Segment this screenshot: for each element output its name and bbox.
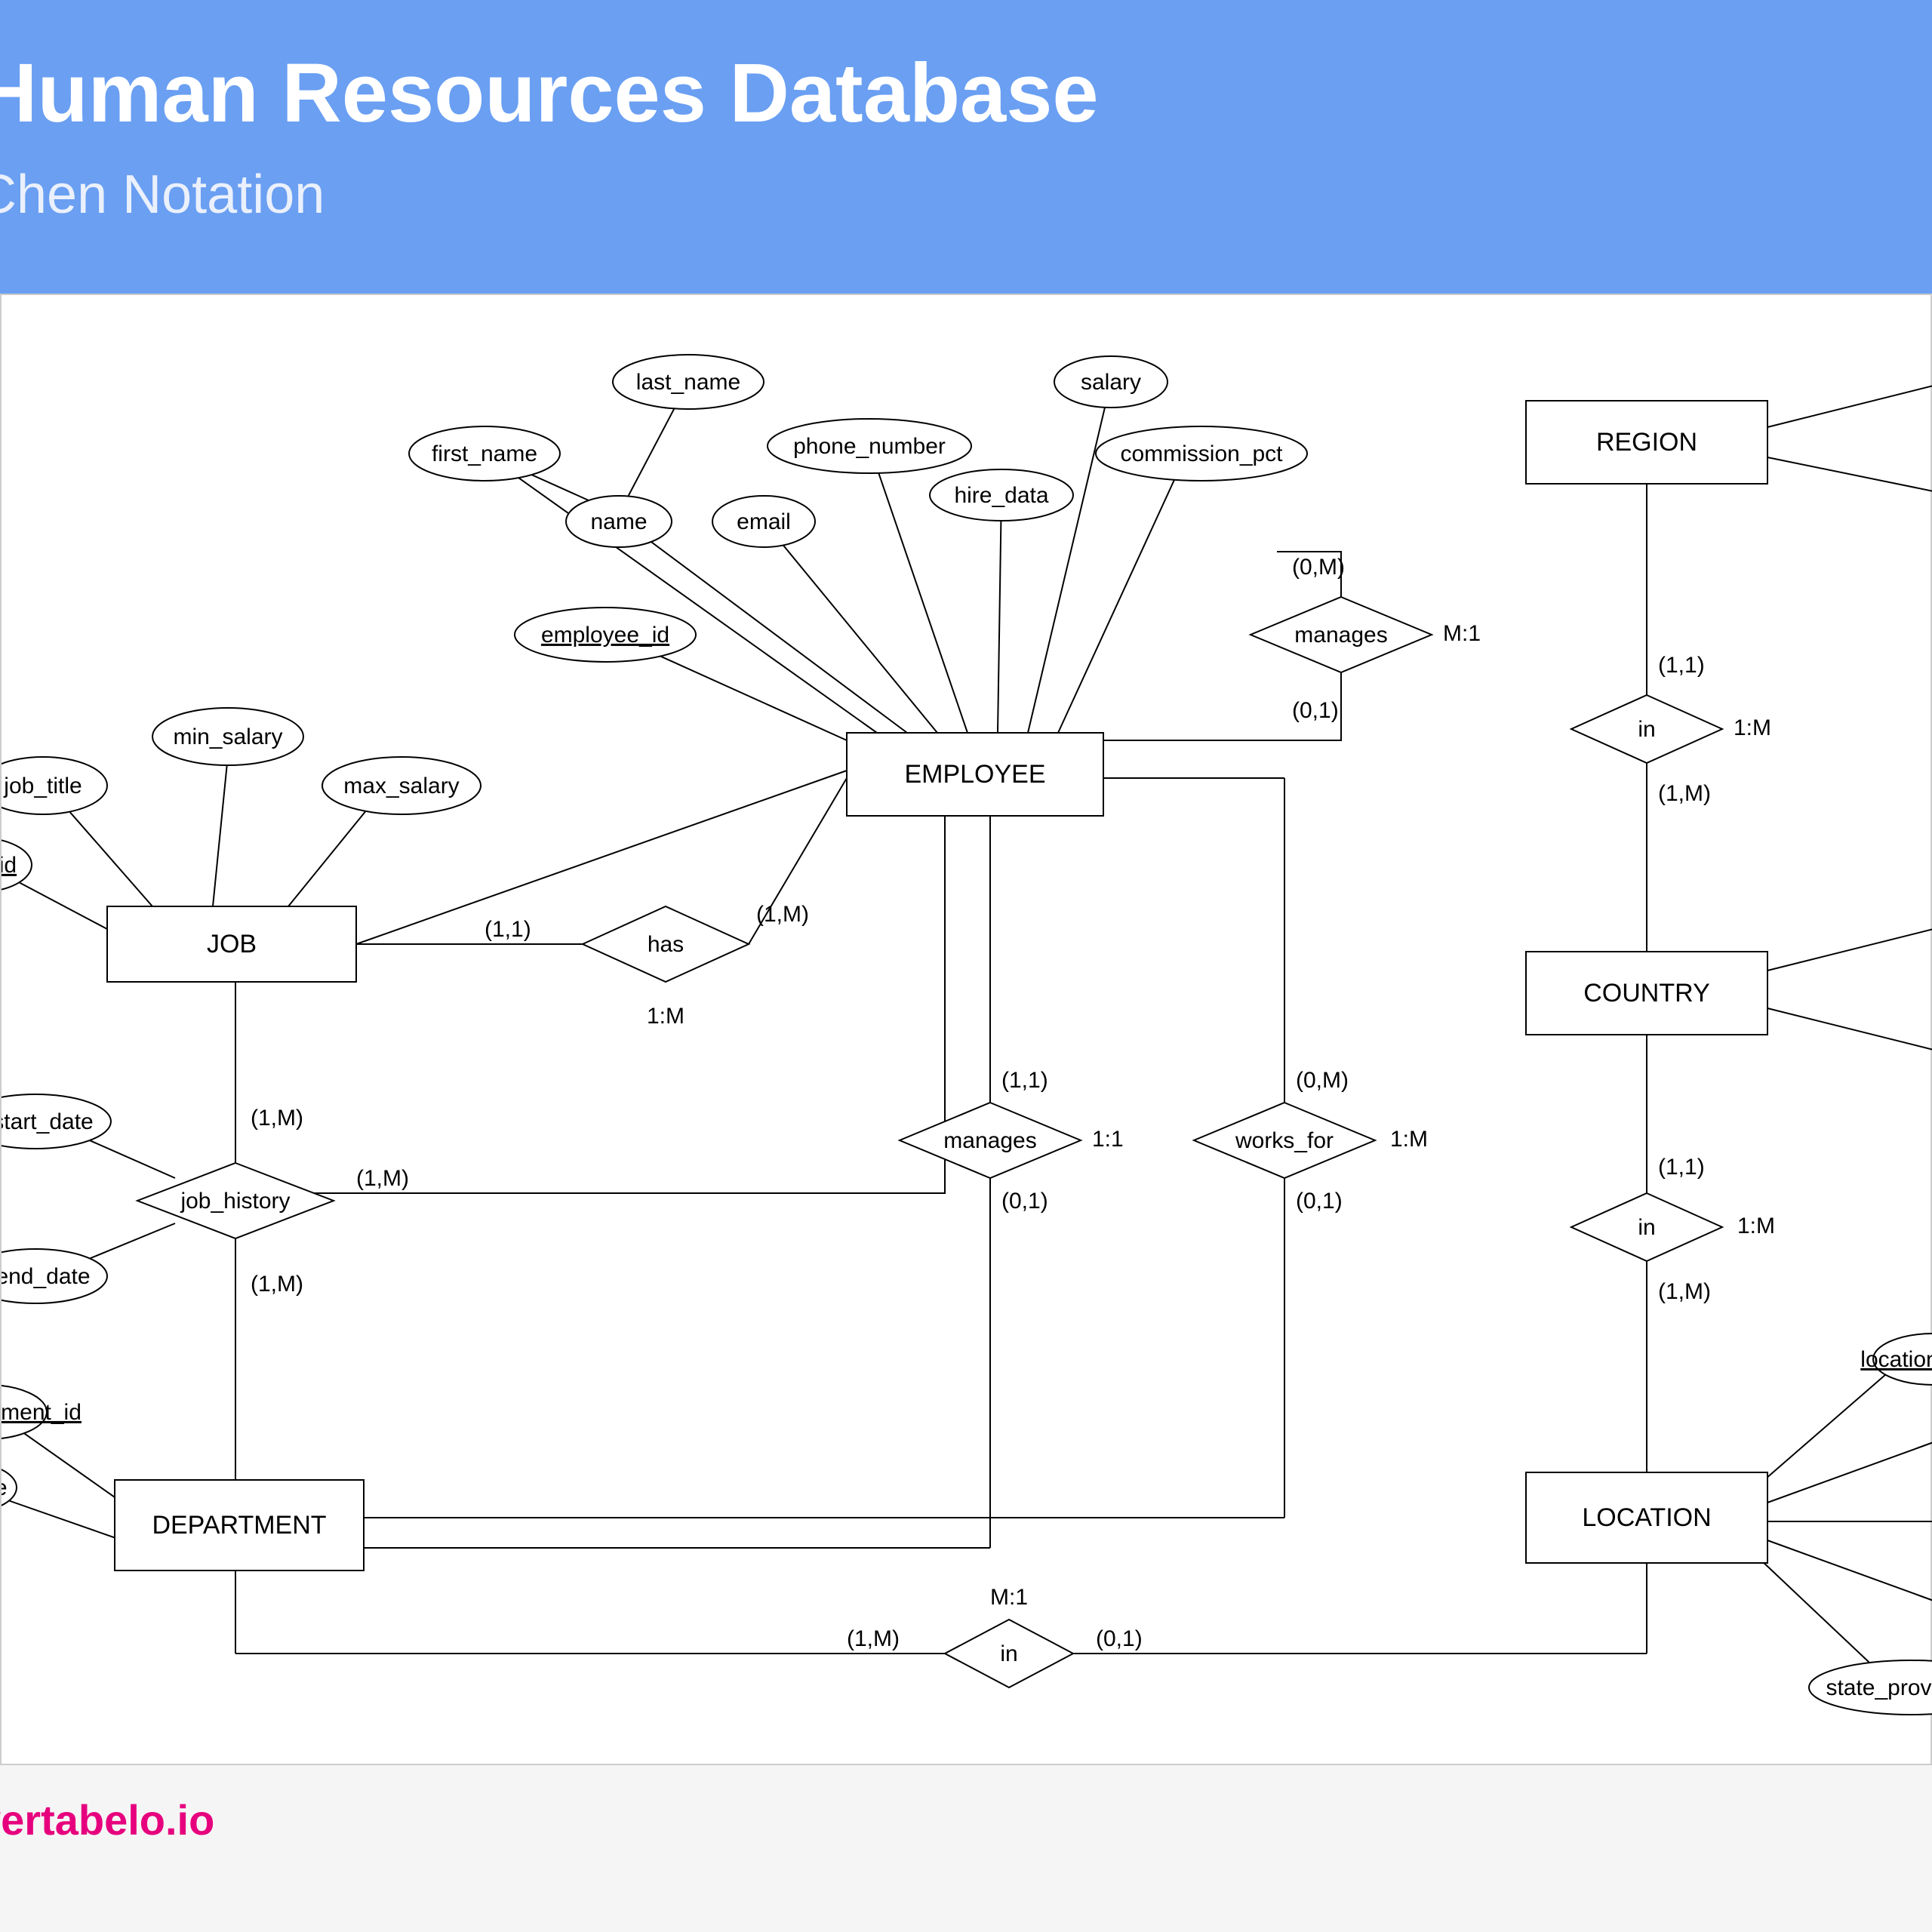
relationship-works-for: works_for xyxy=(1194,1103,1375,1178)
svg-text:in: in xyxy=(1638,1215,1655,1240)
svg-text:EMPLOYEE: EMPLOYEE xyxy=(904,760,1045,789)
entity-region: REGION xyxy=(1526,401,1767,484)
svg-text:end_date: end_date xyxy=(2,1264,91,1289)
relationship-in-dept-location: in xyxy=(945,1620,1073,1687)
page-subtitle: Chen Notation xyxy=(0,164,1932,226)
attr-email: email xyxy=(712,496,815,547)
svg-text:LOCATION: LOCATION xyxy=(1582,1503,1711,1532)
entity-job: JOB xyxy=(107,906,356,982)
svg-text:REGION: REGION xyxy=(1596,428,1697,457)
card-mdept-bot: (0,1) xyxy=(1001,1189,1048,1214)
svg-text:name: name xyxy=(2,1475,8,1500)
entity-department: DEPARTMENT xyxy=(115,1480,364,1571)
ratio-in-dl: M:1 xyxy=(990,1585,1028,1610)
ratio-in-cl: 1:M xyxy=(1737,1214,1775,1238)
card-in-rc-bot: (1,M) xyxy=(1658,781,1711,806)
svg-text:first_name: first_name xyxy=(432,441,537,466)
attr-job-title: job_title xyxy=(2,757,107,814)
ratio-in-rc: 1:M xyxy=(1734,715,1771,740)
ratio-mdept: 1:1 xyxy=(1092,1127,1124,1152)
svg-text:in: in xyxy=(1638,717,1655,742)
svg-text:works_for: works_for xyxy=(1235,1128,1334,1153)
svg-text:manages: manages xyxy=(1294,623,1387,648)
card-has-job: (1,1) xyxy=(485,917,531,942)
card-jh-job: (1,M) xyxy=(251,1106,303,1131)
card-has-emp: (1,M) xyxy=(756,902,809,927)
card-jh-emp: (1,M) xyxy=(356,1166,409,1191)
attr-min-salary: min_salary xyxy=(152,708,303,765)
svg-text:email: email xyxy=(737,509,791,534)
card-mdept-top: (1,1) xyxy=(1001,1068,1048,1093)
attr-location-id: location_id xyxy=(1860,1334,1932,1385)
svg-text:COUNTRY: COUNTRY xyxy=(1583,979,1710,1008)
relationship-in-region-country: in xyxy=(1571,695,1722,763)
svg-text:commission_pct: commission_pct xyxy=(1120,441,1283,466)
card-wf-top: (0,M) xyxy=(1296,1068,1349,1093)
attr-max-salary: max_salary xyxy=(322,757,481,814)
svg-text:max_salary: max_salary xyxy=(343,774,459,798)
svg-text:job_history: job_history xyxy=(180,1189,290,1214)
page-title: Human Resources Database xyxy=(0,45,1932,141)
svg-text:last_name: last_name xyxy=(636,370,740,395)
svg-text:job_title: job_title xyxy=(3,774,82,798)
attr-first-name: first_name xyxy=(409,426,560,481)
svg-text:location_id: location_id xyxy=(1860,1347,1932,1372)
attr-employee-id: employee_id xyxy=(515,608,696,662)
svg-text:has: has xyxy=(648,932,684,957)
card-in-cl-bot: (1,M) xyxy=(1658,1279,1711,1304)
svg-text:JOB: JOB xyxy=(207,930,257,958)
card-jh-dept: (1,M) xyxy=(251,1272,303,1297)
relationship-manages-self: manages xyxy=(1251,597,1432,672)
svg-text:salary: salary xyxy=(1081,370,1141,395)
attr-start-date: start_date xyxy=(2,1094,111,1149)
attr-state-province: state_province xyxy=(1809,1660,1932,1715)
attr-name: name xyxy=(566,496,672,547)
card-mself-bot: (0,1) xyxy=(1292,698,1339,723)
card-in-cl-top: (1,1) xyxy=(1658,1155,1705,1180)
footer-brand: vertabelo.io xyxy=(0,1765,1932,1844)
card-in-rc-top: (1,1) xyxy=(1658,653,1705,678)
card-wf-bot: (0,1) xyxy=(1296,1189,1343,1214)
svg-text:name: name xyxy=(590,509,647,534)
header: Human Resources Database Chen Notation xyxy=(0,0,1932,294)
attr-salary: salary xyxy=(1054,356,1168,408)
ratio-wf: 1:M xyxy=(1390,1127,1428,1152)
svg-text:phone_number: phone_number xyxy=(793,434,946,459)
entity-location: LOCATION xyxy=(1526,1472,1767,1563)
svg-text:department_id: department_id xyxy=(2,1400,82,1425)
svg-text:start_date: start_date xyxy=(2,1109,94,1134)
svg-text:job_id: job_id xyxy=(2,853,17,878)
attr-commission-pct: commission_pct xyxy=(1096,426,1307,481)
er-diagram-canvas: JOB EMPLOYEE DEPARTMENT REGION COUNTRY L… xyxy=(0,294,1932,1765)
ratio-mself: M:1 xyxy=(1443,621,1481,646)
relationship-manages-dept: manages xyxy=(900,1103,1081,1178)
entity-country: COUNTRY xyxy=(1526,952,1767,1035)
svg-text:min_salary: min_salary xyxy=(173,724,282,749)
svg-text:DEPARTMENT: DEPARTMENT xyxy=(152,1511,326,1540)
ratio-has: 1:M xyxy=(647,1004,685,1029)
card-in-dl-left: (1,M) xyxy=(847,1626,900,1651)
svg-text:in: in xyxy=(1000,1641,1017,1666)
attr-hire-data: hire_data xyxy=(930,469,1073,521)
relationship-has: has xyxy=(583,906,749,982)
svg-text:hire_data: hire_data xyxy=(954,483,1048,508)
svg-text:manages: manages xyxy=(943,1128,1036,1153)
attr-last-name: last_name xyxy=(613,355,764,409)
card-in-dl-right: (0,1) xyxy=(1096,1626,1143,1651)
attr-job-id: job_id xyxy=(2,838,32,892)
attr-department-id: department_id xyxy=(2,1385,82,1439)
attr-department-name: name xyxy=(2,1462,17,1513)
svg-text:state_province: state_province xyxy=(1826,1675,1932,1700)
attr-phone-number: phone_number xyxy=(768,419,971,473)
svg-text:employee_id: employee_id xyxy=(541,623,669,648)
entity-employee: EMPLOYEE xyxy=(847,733,1103,816)
relationship-in-country-location: in xyxy=(1571,1193,1722,1261)
card-mself-top: (0,M) xyxy=(1292,555,1345,580)
